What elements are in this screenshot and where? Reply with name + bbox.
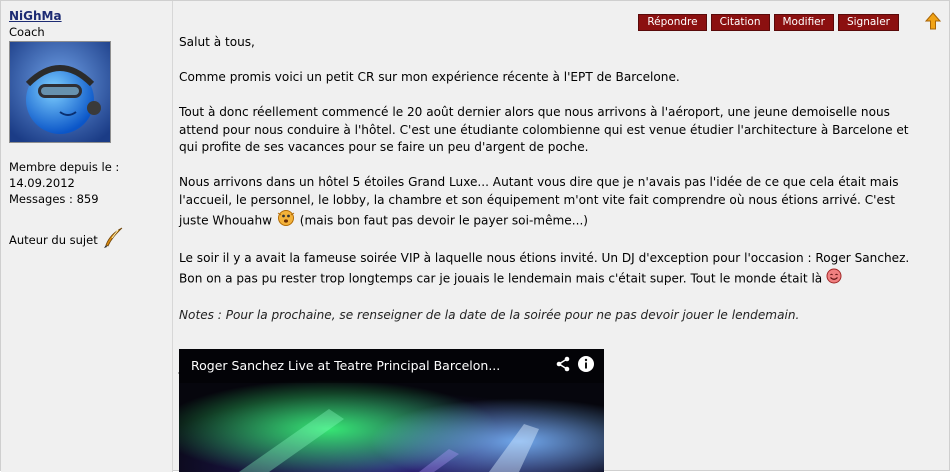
forum-post: NiGhMa Coach Membre depuis le: 14.09.20…: [0, 0, 950, 472]
post-paragraph-line: attend pour nous conduire à l'hôtel. C'e…: [179, 122, 909, 137]
post-paragraph-line: l'accueil, le personnel, le lobby, la ch…: [179, 192, 895, 207]
post-intro: Comme promis voici un petit CR sur mon e…: [179, 70, 680, 84]
post-paragraph-line: qui profite de ses vacances pour se fair…: [179, 140, 589, 154]
post-text-fragment: (mais bon faut pas devoir le payer soi-m…: [299, 213, 589, 228]
post-text-fragment: Bon on a pas pu rester trop longtemps ca…: [179, 270, 823, 285]
post-notes: Notes : Pour la prochaine, se renseigner…: [179, 307, 800, 322]
username-link[interactable]: NiGhMa: [9, 9, 62, 23]
message-count: Messages : 859: [9, 192, 99, 206]
member-since-date: 14.09.2012: [9, 176, 75, 190]
member-since-label: Membre depuis le :: [9, 160, 120, 174]
quill-icon: [102, 227, 124, 252]
post-text-fragment: juste Whouahw: [179, 213, 273, 228]
video-title[interactable]: Roger Sanchez Live at Teatre Principal B…: [191, 358, 500, 373]
post-paragraph-line: Bon on a pas pu rester trop longtemps ca…: [179, 268, 939, 290]
post-paragraph-line: Nous arrivons dans un hôtel 5 étoiles Gr…: [179, 175, 899, 189]
post-content-area: Répondre Citation Modifier Signaler Salu…: [173, 1, 949, 472]
info-icon[interactable]: [577, 355, 595, 376]
amazed-smiley-icon: [276, 209, 296, 233]
member-stats: Membre depuis le : 14.09.2012 Messages :…: [9, 159, 119, 207]
post-paragraph-line: juste Whouahw (mais bon faut pas devoir …: [179, 209, 939, 233]
user-info-panel: NiGhMa Coach Membre depuis le: 14.09.20…: [1, 1, 173, 472]
post-body: Salut à tous, Comme promis voici un peti…: [179, 34, 939, 377]
author-label: Auteur du sujet: [9, 232, 98, 247]
happy-smiley-icon: [826, 268, 842, 290]
user-role: Coach: [9, 25, 45, 39]
topic-author-indicator: Auteur du sujet: [9, 227, 124, 252]
share-icon[interactable]: [555, 356, 571, 375]
report-button[interactable]: Signaler: [837, 14, 899, 31]
back-to-top-arrow-icon[interactable]: [924, 12, 942, 30]
reply-button[interactable]: Répondre: [638, 14, 707, 31]
avatar: [9, 41, 111, 143]
post-greeting: Salut à tous,: [179, 35, 255, 49]
post-actions: Répondre Citation Modifier Signaler: [638, 14, 899, 31]
embedded-video[interactable]: Roger Sanchez Live at Teatre Principal B…: [179, 349, 604, 472]
quote-button[interactable]: Citation: [710, 14, 770, 31]
post-paragraph-line: Tout à donc réellement commencé le 20 ao…: [179, 105, 890, 119]
post-paragraph-line: Le soir il y a avait la fameuse soirée V…: [179, 251, 910, 265]
edit-button[interactable]: Modifier: [773, 14, 834, 31]
